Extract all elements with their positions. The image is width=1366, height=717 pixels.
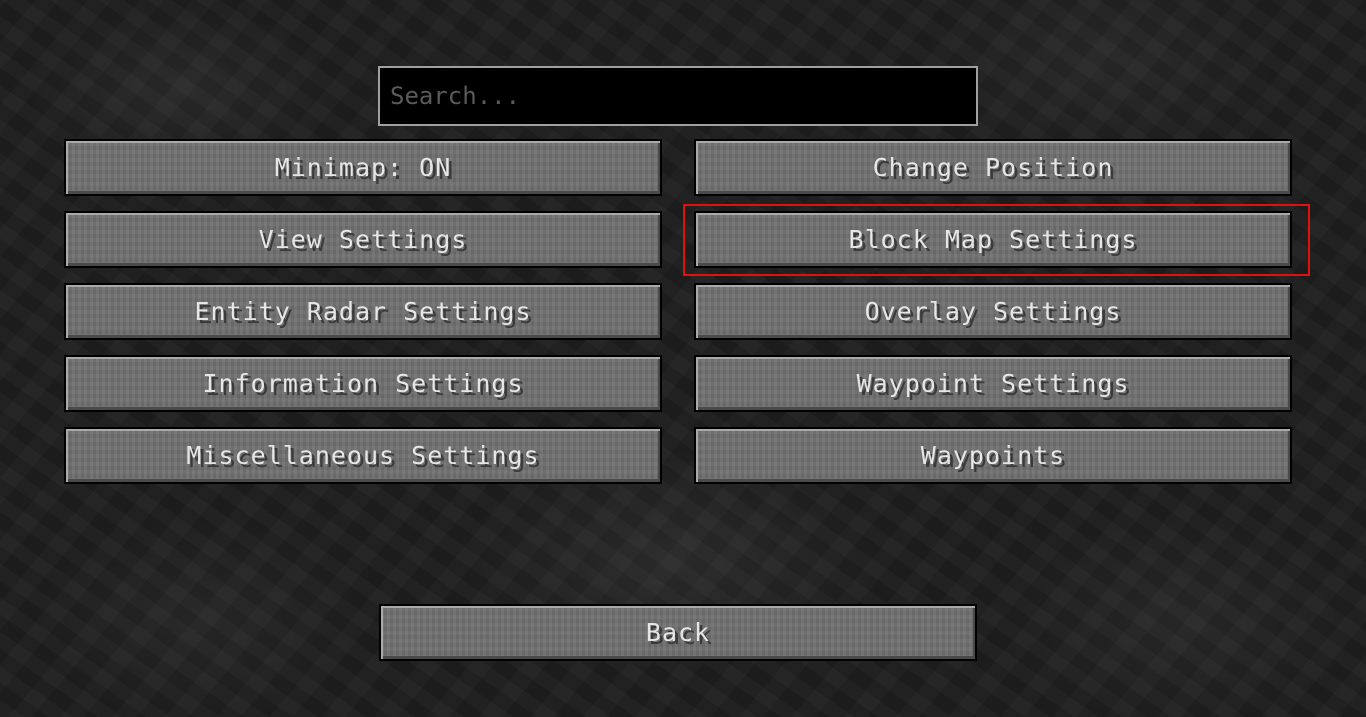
entity-radar-settings-label: Entity Radar Settings	[194, 297, 532, 326]
back-label: Back	[645, 618, 711, 647]
search-box[interactable]	[378, 66, 978, 126]
minimap-toggle-button[interactable]: Minimap: ON	[64, 139, 662, 196]
entity-radar-settings-button[interactable]: Entity Radar Settings	[64, 283, 662, 340]
waypoint-settings-button[interactable]: Waypoint Settings	[694, 355, 1292, 412]
minimap-toggle-label: Minimap: ON	[274, 153, 452, 182]
information-settings-button[interactable]: Information Settings	[64, 355, 662, 412]
view-settings-button[interactable]: View Settings	[64, 211, 662, 268]
overlay-settings-label: Overlay Settings	[864, 297, 1122, 326]
miscellaneous-settings-button[interactable]: Miscellaneous Settings	[64, 427, 662, 484]
change-position-label: Change Position	[872, 153, 1114, 182]
overlay-settings-button[interactable]: Overlay Settings	[694, 283, 1292, 340]
information-settings-label: Information Settings	[202, 369, 524, 398]
back-button[interactable]: Back	[379, 604, 977, 661]
waypoint-settings-label: Waypoint Settings	[856, 369, 1130, 398]
view-settings-label: View Settings	[258, 225, 468, 254]
miscellaneous-settings-label: Miscellaneous Settings	[186, 441, 540, 470]
waypoints-button[interactable]: Waypoints	[694, 427, 1292, 484]
block-map-settings-label: Block Map Settings	[848, 225, 1138, 254]
change-position-button[interactable]: Change Position	[694, 139, 1292, 196]
block-map-settings-button[interactable]: Block Map Settings	[694, 211, 1292, 268]
search-input[interactable]	[380, 68, 976, 124]
waypoints-label: Waypoints	[920, 441, 1066, 470]
